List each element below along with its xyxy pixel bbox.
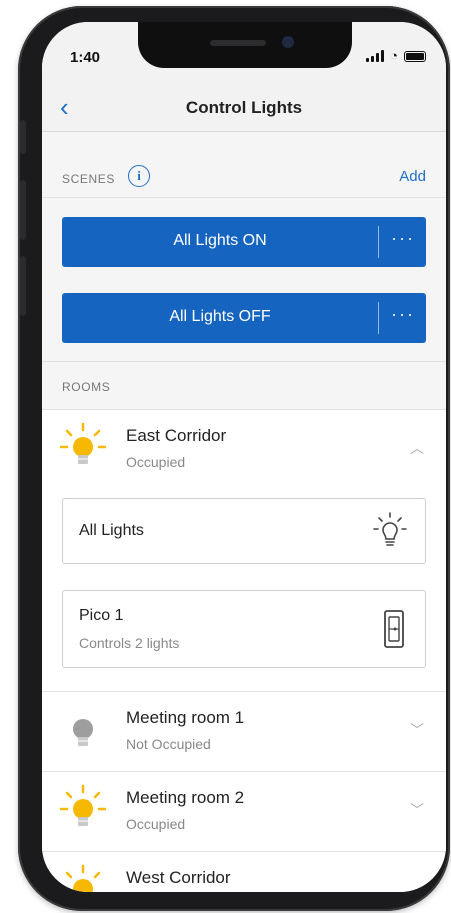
scenes-label: SCENES — [62, 172, 115, 186]
info-icon[interactable]: i — [128, 165, 150, 187]
room-west-corridor[interactable]: West Corridor — [42, 852, 446, 892]
scene-all-lights-off-button[interactable]: All Lights OFF ··· — [62, 293, 426, 343]
card-title: Pico 1 — [79, 607, 124, 624]
chevron-down-icon[interactable]: ﹀ — [410, 800, 424, 820]
chevron-up-icon[interactable]: ︿ — [410, 438, 424, 458]
card-all-lights[interactable]: All Lights — [62, 498, 426, 564]
scene-label: All Lights OFF — [169, 308, 271, 325]
side-button — [20, 120, 26, 154]
scene-all-lights-on-button[interactable]: All Lights ON ··· — [62, 217, 426, 267]
chevron-down-icon[interactable]: ﹀ — [410, 720, 424, 740]
wifi-icon: ◔ — [390, 48, 398, 63]
light-bulb-on-icon — [58, 864, 108, 892]
light-bulb-on-icon — [58, 784, 108, 834]
rooms-header: ROOMS — [42, 362, 446, 410]
room-status: Not Occupied — [126, 736, 211, 752]
room-status: Occupied — [126, 816, 186, 832]
status-icons: ◔ — [366, 48, 426, 63]
light-bulb-on-icon — [58, 422, 108, 472]
camera — [282, 36, 294, 48]
room-meeting-room-1[interactable]: Meeting room 1 Not Occupied ﹀ — [42, 692, 446, 772]
room-meeting-room-2[interactable]: Meeting room 2 Occupied ﹀ — [42, 772, 446, 852]
volume-up-button — [20, 180, 26, 240]
notch — [138, 22, 352, 68]
room-status: Occupied — [126, 454, 186, 470]
more-icon[interactable]: ··· — [380, 304, 426, 325]
light-bulb-outline-icon[interactable] — [371, 511, 409, 556]
room-detail-panel: All Lights Pico 1 Controls 2 lights — [42, 490, 446, 692]
signal-icon — [366, 50, 385, 62]
room-name: Meeting room 2 — [126, 788, 245, 807]
room-name: Meeting room 1 — [126, 708, 245, 727]
scenes-list: All Lights ON ··· All Lights OFF ··· — [42, 198, 446, 362]
nav-bar: ‹ Control Lights — [42, 86, 446, 132]
app-screen: 1:40 ◔ ‹ Control Lights SCENES i Add All… — [42, 22, 446, 892]
room-east-corridor[interactable]: East Corridor Occupied ︿ — [42, 410, 446, 490]
room-name: West Corridor — [126, 868, 231, 887]
speaker — [210, 40, 266, 46]
volume-down-button — [20, 256, 26, 316]
scenes-header: SCENES i Add — [42, 132, 446, 198]
pico-remote-icon[interactable] — [383, 609, 405, 654]
room-name: East Corridor — [126, 426, 227, 445]
divider — [378, 302, 379, 334]
battery-icon — [404, 51, 426, 62]
light-bulb-off-icon — [58, 704, 108, 754]
page-title: Control Lights — [185, 98, 303, 117]
divider — [378, 226, 379, 258]
card-subtitle: Controls 2 lights — [79, 635, 180, 651]
scene-label: All Lights ON — [173, 232, 267, 249]
more-icon[interactable]: ··· — [380, 228, 426, 249]
add-scene-link[interactable]: Add — [399, 168, 426, 185]
card-pico-1[interactable]: Pico 1 Controls 2 lights — [62, 590, 426, 668]
card-title: All Lights — [79, 522, 144, 539]
rooms-label: ROOMS — [62, 380, 111, 394]
status-time: 1:40 — [70, 49, 101, 66]
